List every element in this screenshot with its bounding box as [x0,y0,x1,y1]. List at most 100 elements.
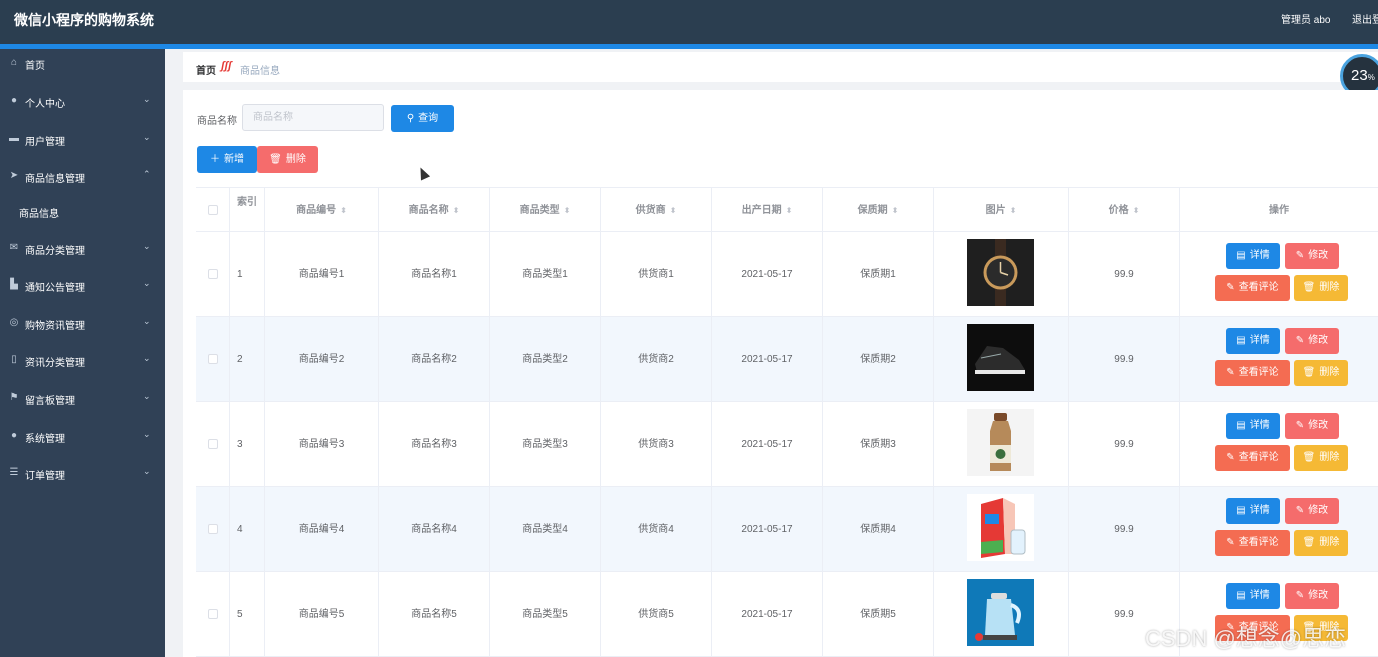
cell-price: 99.9 [1069,487,1180,572]
row-checkbox[interactable] [207,609,218,620]
cell-name: 商品名称2 [379,317,490,402]
cell-image [934,487,1069,572]
select-all-checkbox-cell [196,188,230,233]
sidebar-item-home[interactable]: ⌂ 首页 [0,49,165,77]
detail-button[interactable]: ▤ 详情 [1226,583,1280,609]
chevron-down-icon: ⌄ [143,132,151,142]
column-header-date[interactable]: 出产日期 ⬍ [712,188,823,233]
column-header-supplier[interactable]: 供货商 ⬍ [601,188,712,233]
sidebar-item-system-management[interactable]: ● 系统管理 ⌄ [0,422,165,450]
detail-button[interactable]: ▤ 详情 [1226,498,1280,524]
sidebar-item-order-management[interactable]: ☰ 订单管理 ⌄ [0,459,165,487]
cell-shelf-life: 保质期2 [823,317,934,402]
edit-button[interactable]: ✎ 修改 [1285,498,1339,524]
sidebar-item-product-info-management[interactable]: ➤ 商品信息管理 ⌃ [0,162,165,190]
table-header: 索引 商品编号 ⬍ 商品名称 ⬍ 商品类型 ⬍ 供货商 ⬍ 出产日期 ⬍ 保质期 ⬍ 图片 ⬍… [196,187,1378,233]
sidebar-subitem-product-info[interactable]: 商品信息 [0,197,165,225]
chevron-down-icon: ⌄ [143,466,151,476]
sidebar-item-product-category-management[interactable]: ✉ 商品分类管理 ⌄ [0,234,165,262]
progress-value: 23% [1351,67,1375,84]
logout-link[interactable]: 退出登录 [1352,11,1378,26]
row-checkbox[interactable] [207,439,218,450]
sidebar-item-news-management[interactable]: ◎ 购物资讯管理 ⌄ [0,309,165,337]
chevron-down-icon: ⌄ [143,429,151,439]
cell-date: 2021-05-17 [712,317,823,402]
cell-ops: ▤ 详情 ✎ 修改 ✎ 查看评论 🗑 删除 [1180,232,1378,317]
admin-label: 管理员 abo [1281,15,1331,26]
view-comments-button[interactable]: ✎ 查看评论 [1215,445,1290,471]
document-icon: ▤ [1236,335,1246,346]
cell-index: 4 [230,487,265,572]
cell-image [934,317,1069,402]
document-icon: ▤ [1236,420,1246,431]
product-image[interactable] [967,324,1034,391]
column-header-image[interactable]: 图片 ⬍ [934,188,1069,233]
column-header-price[interactable]: 价格 ⬍ [1069,188,1180,233]
view-comments-button[interactable]: ✎ 查看评论 [1215,275,1290,301]
edit-button[interactable]: ✎ 修改 [1285,583,1339,609]
send-icon: ➤ [9,170,19,181]
sort-icon: ⬍ [340,206,347,215]
column-header-ops: 操作 [1269,205,1289,216]
search-button[interactable]: ⚲ 查询 [391,105,454,132]
delete-button[interactable]: 🗑 删除 [1294,275,1348,301]
edit-icon: ✎ [1226,367,1235,378]
column-header-type[interactable]: 商品类型 ⬍ [490,188,601,233]
sidebar-item-personal-center[interactable]: ● 个人中心 ⌄ [0,87,165,115]
delete-button[interactable]: 🗑 删除 [1294,360,1348,386]
edit-icon: ✎ [1295,505,1305,516]
sort-icon: ⬍ [669,206,677,215]
column-header-shelf-life[interactable]: 保质期 ⬍ [823,188,934,233]
cell-code: 商品编号5 [265,572,379,657]
column-header-code[interactable]: 商品编号 ⬍ [265,188,379,233]
view-comments-button[interactable]: ✎ 查看评论 [1215,530,1290,556]
detail-button[interactable]: ▤ 详情 [1226,413,1280,439]
cell-checkbox [196,232,230,317]
batch-delete-button[interactable]: 🗑 删除 [257,146,318,173]
column-header-index: 索引 [230,188,265,233]
row-checkbox[interactable] [207,524,218,535]
sidebar-item-label: 系统管理 [25,434,65,445]
sidebar-item-label: 通知公告管理 [25,283,85,294]
product-image[interactable] [967,239,1034,306]
row-checkbox[interactable] [207,269,218,280]
sidebar-item-message-board[interactable]: ⚑ 留言板管理 ⌄ [0,384,165,412]
cell-supplier: 供货商5 [601,572,712,657]
select-all-checkbox[interactable] [207,205,218,216]
search-label: 商品名称 [197,116,237,127]
row-checkbox[interactable] [207,354,218,365]
cell-code: 商品编号4 [265,487,379,572]
view-comments-button[interactable]: ✎ 查看评论 [1215,360,1290,386]
sidebar-item-news-category-management[interactable]: ▯ 资讯分类管理 ⌄ [0,346,165,374]
home-icon: ⌂ [10,57,18,68]
product-image[interactable] [967,409,1034,476]
edit-button[interactable]: ✎ 修改 [1285,328,1339,354]
user-icon: ● [10,430,18,441]
breadcrumb-home[interactable]: 首页 [196,62,216,77]
delete-button[interactable]: 🗑 删除 [1294,445,1348,471]
edit-button[interactable]: ✎ 修改 [1285,243,1339,269]
sort-icon: ⬍ [1132,206,1140,215]
chevron-down-icon: ⌄ [143,316,151,326]
detail-button[interactable]: ▤ 详情 [1226,328,1280,354]
delete-button[interactable]: 🗑 删除 [1294,530,1348,556]
edit-button[interactable]: ✎ 修改 [1285,413,1339,439]
sidebar-item-notice-management[interactable]: ▙ 通知公告管理 ⌄ [0,271,165,299]
cell-ops: ▤ 详情 ✎ 修改 ✎ 查看评论 🗑 删除 [1180,317,1378,402]
cell-checkbox [196,572,230,657]
column-header-name[interactable]: 商品名称 ⬍ [379,188,490,233]
product-image[interactable] [967,579,1034,646]
phone-icon: ▯ [11,354,17,365]
compass-icon: ◎ [9,317,19,328]
add-button[interactable]: ＋新增 [197,146,257,173]
sidebar: ⌂ 首页 ● 个人中心 ⌄ ▬ 用户管理 ⌄ ➤ 商品信息管理 ⌃ 商品信息 ✉… [0,49,165,657]
detail-button[interactable]: ▤ 详情 [1226,243,1280,269]
chevron-down-icon: ⌄ [143,241,151,251]
product-image[interactable] [967,494,1034,561]
chevron-up-icon: ⌃ [143,169,151,179]
monitor-icon: ▬ [9,133,19,144]
search-input[interactable] [242,104,384,131]
sidebar-item-user-management[interactable]: ▬ 用户管理 ⌄ [0,125,165,153]
cell-shelf-life: 保质期3 [823,402,934,487]
cell-supplier: 供货商4 [601,487,712,572]
